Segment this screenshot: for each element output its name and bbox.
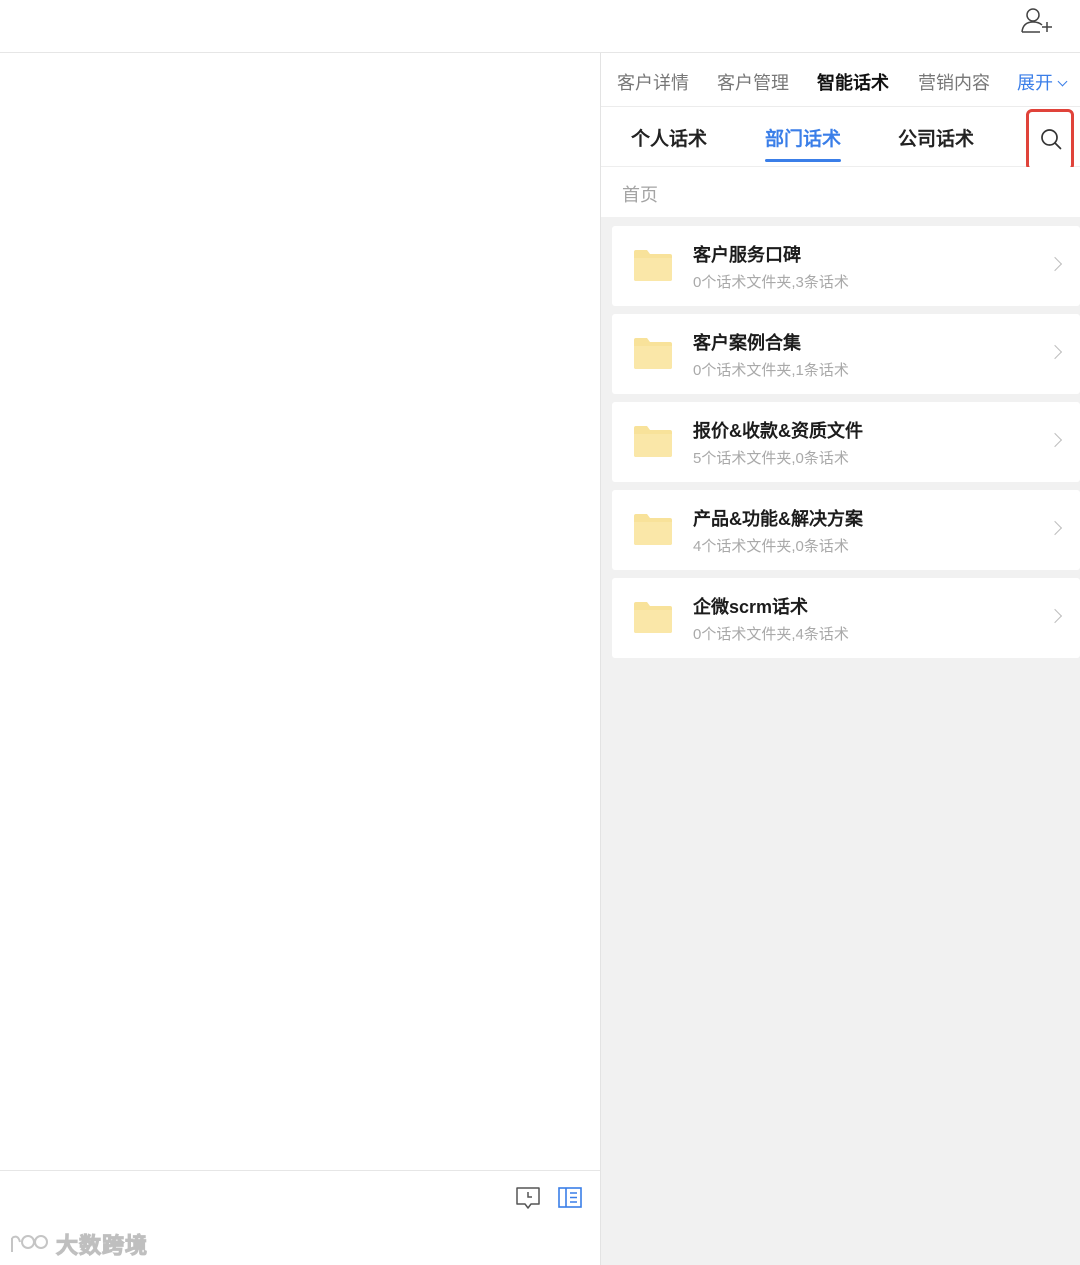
breadcrumb-home[interactable]: 首页	[622, 185, 658, 205]
folder-meta: 0个话术文件夹,1条话术	[693, 362, 849, 379]
tab-marketing-content[interactable]: 营销内容	[918, 69, 990, 95]
folder-meta: 0个话术文件夹,3条话术	[693, 274, 849, 291]
tab-department-scripts[interactable]: 部门话术	[765, 124, 842, 162]
folder-name: 产品&功能&解决方案	[693, 509, 863, 529]
chevron-right-icon	[1047, 520, 1063, 536]
top-bar	[0, 0, 1080, 53]
folder-item[interactable]: 产品&功能&解决方案 4个话术文件夹,0条话术	[612, 490, 1080, 570]
folder-name: 客户案例合集	[693, 333, 801, 353]
breadcrumb[interactable]: 首页	[601, 167, 1080, 217]
folder-meta: 5个话术文件夹,0条话术	[693, 450, 849, 467]
main-tab-bar: 客户详情 客户管理 智能话术 营销内容 展开	[601, 53, 1080, 107]
watermark-logo-icon	[11, 1235, 48, 1252]
sidebar-panel: 客户详情 客户管理 智能话术 营销内容 展开 个人话术 部门话术 公司话术 首页…	[601, 53, 1080, 1265]
app-window: 大数跨境 客户详情 客户管理 智能话术 营销内容 展开 个人话术 部门话术 公司…	[0, 0, 1080, 1265]
chat-pane	[0, 53, 601, 1265]
watermark: 大数跨境	[8, 1228, 148, 1260]
chevron-right-icon	[1047, 432, 1063, 448]
tab-smart-scripts[interactable]: 智能话术	[817, 69, 889, 95]
tab-customer-details[interactable]: 客户详情	[617, 69, 689, 95]
chevron-right-icon	[1047, 256, 1063, 272]
watermark-text: 大数跨境	[55, 1234, 149, 1260]
search-icon	[1041, 129, 1062, 150]
folder-item[interactable]: 报价&收款&资质文件 5个话术文件夹,0条话术	[612, 402, 1080, 482]
add-contact-icon[interactable]	[1020, 6, 1054, 36]
folder-icon	[634, 338, 672, 369]
folder-icon	[634, 426, 672, 457]
chevron-right-icon	[1047, 344, 1063, 360]
folder-name: 客户服务口碑	[693, 245, 801, 265]
folder-item[interactable]: 客户案例合集 0个话术文件夹,1条话术	[612, 314, 1080, 394]
folder-meta: 0个话术文件夹,4条话术	[693, 626, 849, 643]
search-button[interactable]	[1026, 109, 1074, 171]
expand-tabs-button[interactable]: 展开	[1017, 69, 1068, 95]
expand-label: 展开	[1017, 73, 1053, 93]
chevron-down-icon	[1057, 76, 1068, 87]
folder-icon	[634, 602, 672, 633]
chevron-right-icon	[1047, 608, 1063, 624]
folder-name: 企微scrm话术	[693, 597, 809, 617]
folder-meta: 4个话术文件夹,0条话术	[693, 538, 849, 555]
chat-history-icon[interactable]	[514, 1185, 542, 1211]
side-panel-icon[interactable]	[556, 1185, 584, 1211]
tab-customer-management[interactable]: 客户管理	[717, 69, 789, 95]
folder-list: 客户服务口碑 0个话术文件夹,3条话术 客户案例合集 0个话术文件夹,1条话术 …	[612, 226, 1080, 666]
folder-item[interactable]: 企微scrm话术 0个话术文件夹,4条话术	[612, 578, 1080, 658]
script-category-tabs: 个人话术 部门话术 公司话术	[601, 107, 1080, 171]
tab-personal-scripts[interactable]: 个人话术	[631, 124, 707, 151]
folder-icon	[634, 514, 672, 545]
tab-company-scripts[interactable]: 公司话术	[898, 124, 974, 151]
folder-item[interactable]: 客户服务口碑 0个话术文件夹,3条话术	[612, 226, 1080, 306]
folder-icon	[634, 250, 672, 281]
folder-name: 报价&收款&资质文件	[693, 421, 863, 441]
